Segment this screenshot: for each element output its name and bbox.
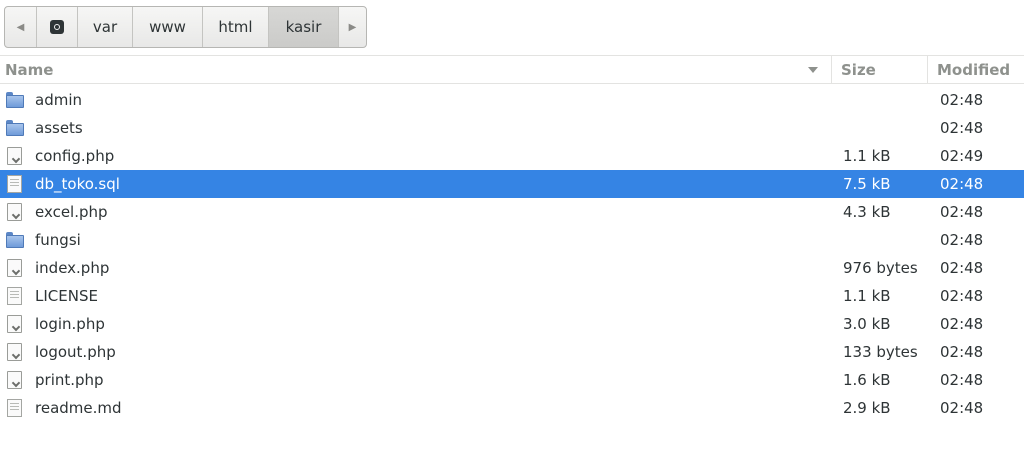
file-name: index.php — [35, 259, 110, 277]
text-file-icon — [7, 399, 22, 417]
file-name: readme.md — [35, 399, 122, 417]
file-modified: 02:49 — [940, 147, 984, 165]
list-header: Name Size Modified — [0, 55, 1024, 84]
file-modified: 02:48 — [940, 315, 984, 333]
column-header-modified[interactable]: Modified — [927, 56, 1024, 84]
file-name: assets — [35, 119, 83, 137]
file-name: print.php — [35, 371, 104, 389]
text-file-icon — [7, 287, 22, 305]
file-row[interactable]: LICENSE 1.1 kB 02:48 — [0, 282, 1024, 310]
file-modified: 02:48 — [940, 91, 984, 109]
file-modified: 02:48 — [940, 371, 984, 389]
file-row[interactable]: readme.md 2.9 kB 02:48 — [0, 394, 1024, 422]
file-row[interactable]: index.php 976 bytes 02:48 — [0, 254, 1024, 282]
file-row[interactable]: fungsi 02:48 — [0, 226, 1024, 254]
file-size: 133 bytes — [843, 343, 918, 361]
file-name: LICENSE — [35, 287, 98, 305]
file-row[interactable]: config.php 1.1 kB 02:49 — [0, 142, 1024, 170]
file-size: 3.0 kB — [843, 315, 891, 333]
file-row[interactable]: login.php 3.0 kB 02:48 — [0, 310, 1024, 338]
column-header-size[interactable]: Size — [831, 56, 927, 84]
file-row[interactable]: excel.php 4.3 kB 02:48 — [0, 198, 1024, 226]
file-row[interactable]: admin 02:48 — [0, 86, 1024, 114]
file-modified: 02:48 — [940, 287, 984, 305]
column-header-name[interactable]: Name — [0, 56, 831, 84]
file-name: logout.php — [35, 343, 116, 361]
script-file-icon — [7, 371, 22, 389]
breadcrumb-segment-html[interactable]: html — [202, 7, 268, 47]
sort-descending-icon[interactable] — [808, 67, 818, 73]
script-file-icon — [7, 203, 22, 221]
file-modified: 02:48 — [940, 343, 984, 361]
file-size: 2.9 kB — [843, 399, 891, 417]
file-name: config.php — [35, 147, 115, 165]
file-modified: 02:48 — [940, 119, 984, 137]
file-row[interactable]: print.php 1.6 kB 02:48 — [0, 366, 1024, 394]
folder-icon — [6, 119, 24, 137]
file-name: fungsi — [35, 231, 81, 249]
file-size: 1.1 kB — [843, 287, 891, 305]
file-row[interactable]: db_toko.sql 7.5 kB 02:48 — [0, 170, 1024, 198]
file-name: excel.php — [35, 203, 108, 221]
file-size: 7.5 kB — [843, 175, 891, 193]
file-name: login.php — [35, 315, 105, 333]
file-name: db_toko.sql — [35, 175, 120, 193]
file-name: admin — [35, 91, 82, 109]
file-modified: 02:48 — [940, 203, 984, 221]
file-list: admin 02:48 assets 02:48 config.php 1.1 kB 02:… — [0, 86, 1024, 422]
file-row[interactable]: assets 02:48 — [0, 114, 1024, 142]
file-modified: 02:48 — [940, 175, 984, 193]
breadcrumb-forward-button[interactable]: ▶ — [338, 7, 366, 47]
breadcrumb-root-button[interactable] — [36, 7, 77, 47]
file-row[interactable]: logout.php 133 bytes 02:48 — [0, 338, 1024, 366]
file-size: 1.6 kB — [843, 371, 891, 389]
breadcrumb: ◀ var www html kasir ▶ — [4, 6, 367, 48]
breadcrumb-segment-var[interactable]: var — [77, 7, 132, 47]
script-file-icon — [7, 259, 22, 277]
breadcrumb-segment-kasir[interactable]: kasir — [268, 7, 338, 47]
breadcrumb-back-button[interactable]: ◀ — [5, 7, 36, 47]
script-file-icon — [7, 315, 22, 333]
text-file-icon — [7, 175, 22, 193]
file-modified: 02:48 — [940, 231, 984, 249]
file-size: 4.3 kB — [843, 203, 891, 221]
disk-icon — [50, 20, 64, 34]
script-file-icon — [7, 147, 22, 165]
script-file-icon — [7, 343, 22, 361]
folder-icon — [6, 91, 24, 109]
file-modified: 02:48 — [940, 399, 984, 417]
folder-icon — [6, 231, 24, 249]
breadcrumb-segment-www[interactable]: www — [132, 7, 202, 47]
file-modified: 02:48 — [940, 259, 984, 277]
file-size: 1.1 kB — [843, 147, 891, 165]
file-size: 976 bytes — [843, 259, 918, 277]
